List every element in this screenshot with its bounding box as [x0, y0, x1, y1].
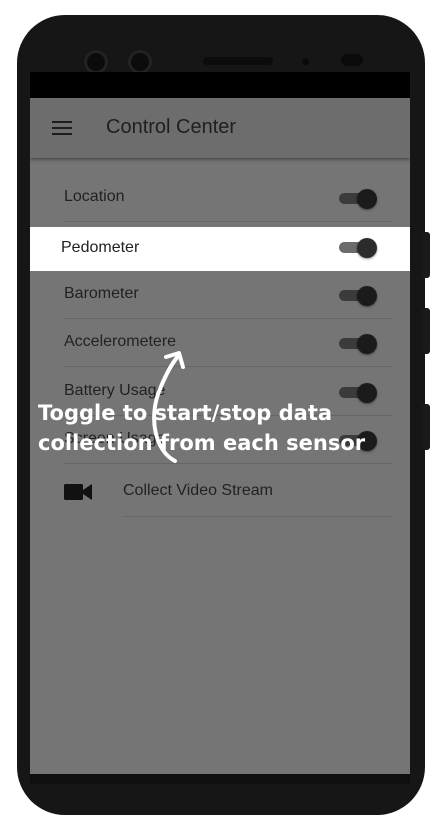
- hamburger-menu-icon[interactable]: [52, 120, 72, 136]
- front-camera-icon: [84, 50, 108, 74]
- overlay-line-2: collection from each sensor: [38, 431, 366, 455]
- light-sensor: [341, 54, 363, 66]
- pedometer-toggle[interactable]: [339, 238, 377, 258]
- divider: [64, 366, 392, 367]
- location-toggle[interactable]: [339, 189, 377, 209]
- video-stream-row[interactable]: Collect Video Stream: [30, 467, 410, 517]
- video-camera-icon: [64, 484, 92, 500]
- tutorial-overlay-text: Toggle to start/stop data collection fro…: [38, 398, 438, 458]
- page-title: Control Center: [106, 116, 237, 138]
- barometer-toggle[interactable]: [339, 286, 377, 306]
- accelerometer-toggle[interactable]: [339, 334, 377, 354]
- toggle-label: Pedometer: [61, 239, 140, 256]
- toggle-label: Location: [64, 188, 125, 205]
- toggle-row-location[interactable]: Location: [30, 174, 410, 222]
- divider: [123, 516, 392, 517]
- toggle-row-barometer[interactable]: Barometer: [30, 271, 410, 319]
- proximity-sensor: [302, 58, 309, 65]
- volume-down-button[interactable]: [422, 308, 430, 354]
- toggle-row-pedometer[interactable]: Pedometer: [30, 227, 410, 271]
- divider: [64, 221, 392, 222]
- navigation-bar: [30, 774, 410, 784]
- overlay-line-1: Toggle to start/stop data: [38, 401, 333, 425]
- divider: [64, 463, 392, 464]
- volume-up-button[interactable]: [422, 232, 430, 278]
- earpiece-speaker: [203, 57, 273, 65]
- app-bar: Control Center: [30, 98, 410, 158]
- toggle-row-accelerometer[interactable]: Accelerometere: [30, 319, 410, 367]
- status-bar: [30, 72, 410, 98]
- front-camera-2-icon: [128, 50, 152, 74]
- toggle-label: Barometer: [64, 285, 139, 302]
- video-stream-label: Collect Video Stream: [123, 482, 273, 499]
